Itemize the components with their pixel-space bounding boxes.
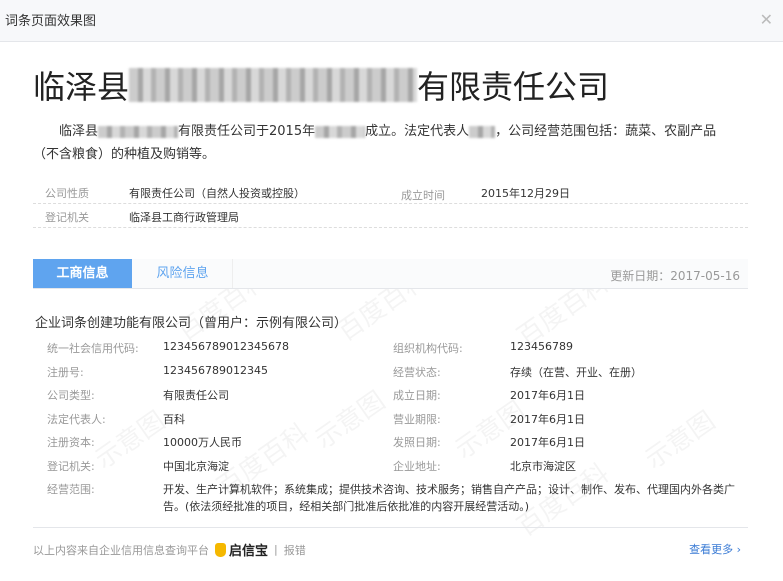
brand-name: 启信宝 [229, 544, 269, 559]
detail-label: 成立日期: [393, 389, 441, 402]
window-title: 词条页面效果图 [5, 14, 97, 29]
title-bar: 词条页面效果图 ✕ [0, 0, 783, 42]
shield-icon [215, 542, 226, 557]
qixinbao-logo[interactable]: 启信宝 [215, 540, 268, 559]
info-value: 临泽县工商行政管理局 [129, 211, 239, 224]
detail-value: 中国北京海淀 [163, 459, 229, 473]
detail-value: 123456789 [510, 340, 573, 353]
detail-row-scope: 经营范围: 开发、生产计算机软件；系统集成；提供技术咨询、技术服务；销售自产产品；… [47, 481, 737, 521]
info-label: 公司性质 [45, 187, 89, 200]
close-icon[interactable]: ✕ [760, 10, 773, 29]
tab-business-info[interactable]: 工商信息 [33, 259, 132, 288]
separator: | [274, 543, 278, 556]
detail-row: 注册资本: 10000万人民币 发照日期: 2017年6月1日 [47, 434, 737, 458]
detail-label: 法定代表人: [47, 412, 106, 426]
detail-value: 2017年6月1日 [510, 412, 585, 426]
detail-value: 123456789012345678 [163, 340, 289, 353]
info-value: 2015年12月29日 [481, 187, 570, 200]
detail-value: 百科 [163, 412, 185, 426]
detail-label: 登记机关: [47, 459, 95, 473]
detail-label: 统一社会信用代码: [47, 342, 139, 355]
basic-info: 公司性质 有限责任公司（自然人投资或控股） 成立时间 2015年12月29日 登… [33, 180, 748, 228]
page-title: 临泽县 有限责任公司 [33, 62, 609, 108]
info-label: 登记机关 [45, 211, 89, 224]
update-date: 更新日期：2017-05-16 [610, 269, 740, 283]
title-suffix: 有限责任公司 [417, 68, 610, 106]
detail-label: 企业地址: [393, 459, 441, 473]
divider [33, 527, 748, 528]
detail-value: 10000万人民币 [163, 436, 242, 449]
source-text: 以上内容来自企业信用信息查询平台 [33, 543, 209, 557]
detail-label: 发照日期: [393, 436, 441, 449]
detail-value: 2017年6月1日 [510, 436, 585, 449]
business-scope: 开发、生产计算机软件；系统集成；提供技术咨询、技术服务；销售自产产品；设计、制作… [163, 483, 735, 513]
detail-value: 123456789012345 [163, 363, 268, 377]
report-link[interactable]: 报错 [284, 542, 306, 558]
detail-label: 营业期限: [393, 412, 441, 426]
redacted-name [129, 68, 418, 102]
redacted [469, 125, 496, 138]
detail-label: 经营范围: [47, 483, 95, 496]
summary-text: 临泽县 [59, 124, 99, 139]
summary-text: 成立。法定代表人 [365, 124, 470, 139]
redacted [315, 125, 366, 138]
summary: 临泽县 有限责任公司于2015年 成立。法定代表人 ，公司经营范围包括：蔬菜、农副产品… [33, 120, 733, 166]
info-row: 公司性质 有限责任公司（自然人投资或控股） 成立时间 2015年12月29日 [33, 180, 748, 204]
tab-bar: 工商信息 风险信息 更新日期：2017-05-16 [33, 259, 748, 289]
detail-label: 注册号: [47, 365, 84, 379]
detail-row: 统一社会信用代码: 123456789012345678 组织机构代码: 123456… [47, 340, 737, 364]
details-grid: 统一社会信用代码: 123456789012345678 组织机构代码: 123456… [47, 340, 737, 521]
detail-label: 公司类型: [47, 389, 95, 402]
tab-risk-info[interactable]: 风险信息 [133, 259, 233, 288]
footer: 以上内容来自企业信用信息查询平台 启信宝 | 报错 [33, 540, 306, 559]
detail-label: 注册资本: [47, 436, 95, 449]
detail-row: 登记机关: 中国北京海淀 企业地址: 北京市海淀区 [47, 458, 737, 482]
info-row: 登记机关 临泽县工商行政管理局 [33, 204, 748, 228]
info-value: 有限责任公司（自然人投资或控股） [129, 187, 305, 200]
detail-value: 有限责任公司 [163, 389, 229, 402]
summary-text: 有限责任公司于2015年 [178, 124, 316, 139]
redacted [98, 125, 179, 138]
info-label: 成立时间 [401, 189, 445, 202]
detail-row: 公司类型: 有限责任公司 成立日期: 2017年6月1日 [47, 387, 737, 411]
detail-row: 法定代表人: 百科 营业期限: 2017年6月1日 [47, 411, 737, 435]
detail-row: 注册号: 123456789012345 经营状态: 存续（在营、开业、在册） [47, 364, 737, 388]
detail-label: 经营状态: [393, 365, 441, 379]
title-prefix: 临泽县 [33, 68, 130, 106]
detail-label: 组织机构代码: [393, 342, 463, 355]
detail-value: 2017年6月1日 [510, 389, 585, 402]
detail-value: 存续（在营、开业、在册） [510, 365, 642, 379]
detail-value: 北京市海淀区 [510, 459, 576, 473]
company-name: 企业词条创建功能有限公司（曾用户：示例有限公司） [35, 316, 348, 331]
view-more-link[interactable]: 查看更多 › [689, 541, 741, 557]
